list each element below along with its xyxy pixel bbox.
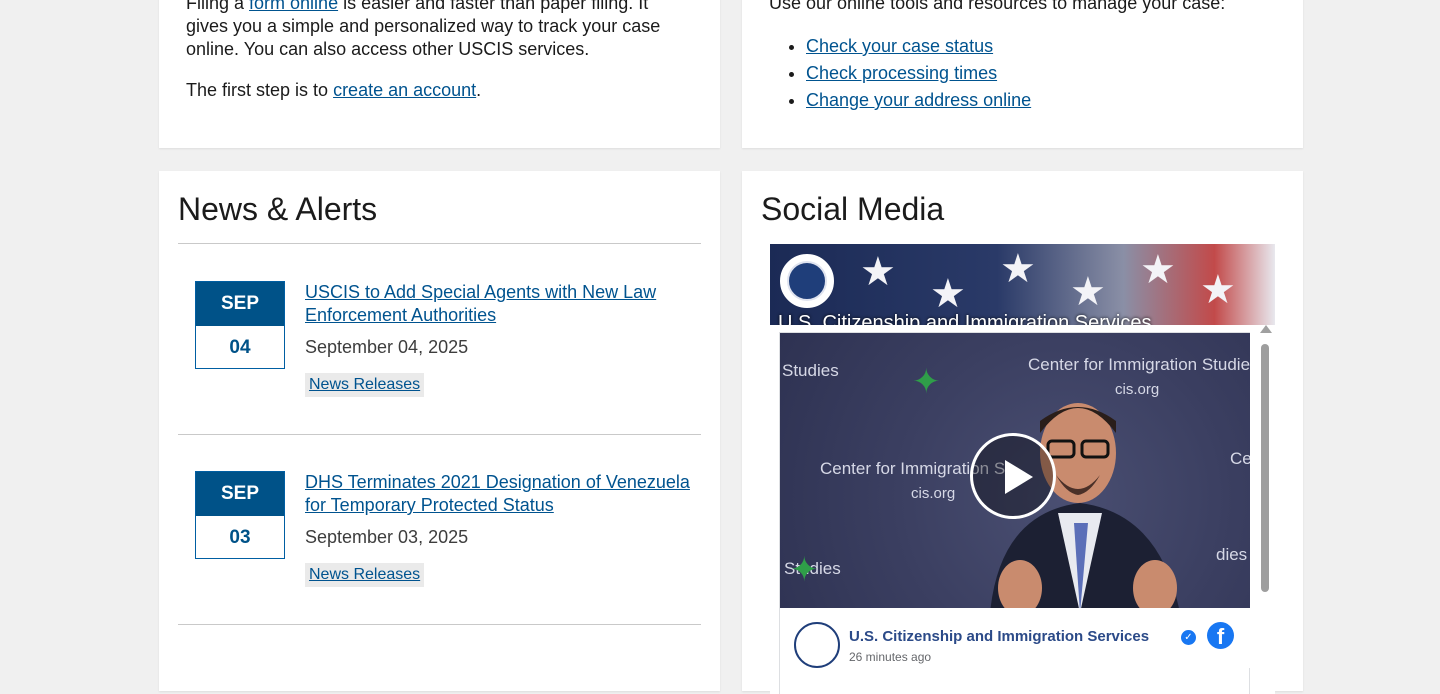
news-alerts-card: News & Alerts SEP 04 USCIS to Add Specia… xyxy=(159,171,720,691)
post-header: U.S. Citizenship and Immigration Service… xyxy=(780,608,1250,668)
facebook-post: Studies Center for Immigration Studies c… xyxy=(779,332,1250,694)
feed-scrollbar[interactable] xyxy=(1258,325,1272,694)
uscis-seal-avatar[interactable] xyxy=(780,254,834,308)
facebook-cover-photo[interactable]: ★ ★ ★ ★ ★ ★ U.S. Citizenship and Immigra… xyxy=(770,244,1275,325)
star-icon: ★ xyxy=(1140,248,1176,292)
filing-card: Filing a form online is easier and faste… xyxy=(159,0,720,148)
cis-logo-icon: ✦ xyxy=(790,551,819,589)
case-status-link[interactable]: Check your case status xyxy=(806,36,993,56)
list-item: Check your case status xyxy=(806,33,1031,60)
news-date: September 03, 2025 xyxy=(305,527,469,547)
list-item: Check processing times xyxy=(806,60,1031,87)
star-icon: ★ xyxy=(1000,247,1036,291)
uscis-seal-avatar[interactable] xyxy=(794,622,840,668)
news-tag-link[interactable]: News Releases xyxy=(305,563,425,587)
news-title-link[interactable]: DHS Terminates 2021 Designation of Venez… xyxy=(305,471,695,517)
star-icon: ★ xyxy=(1070,270,1106,314)
star-icon: ★ xyxy=(1200,268,1236,312)
divider xyxy=(178,624,701,625)
first-step-paragraph: The first step is to create an account. xyxy=(186,79,686,102)
online-tools-intro: Use our online tools and resources to ma… xyxy=(769,0,1226,13)
date-badge: SEP 04 xyxy=(195,281,285,369)
verified-badge-icon: ✓ xyxy=(1181,630,1196,645)
facebook-feed[interactable]: Studies Center for Immigration Studies c… xyxy=(770,325,1275,694)
post-page-name-link[interactable]: U.S. Citizenship and Immigration Service… xyxy=(849,628,1149,645)
play-icon[interactable] xyxy=(970,433,1056,519)
news-item: SEP 03 DHS Terminates 2021 Designation o… xyxy=(195,471,695,601)
first-step-period: . xyxy=(476,80,482,100)
social-media-heading: Social Media xyxy=(761,191,945,227)
news-alerts-heading: News & Alerts xyxy=(178,191,378,227)
date-badge: SEP 03 xyxy=(195,471,285,559)
video-text: dies xyxy=(1216,545,1248,564)
scroll-up-arrow-icon[interactable] xyxy=(1260,325,1272,333)
divider xyxy=(178,243,701,244)
news-item: SEP 04 USCIS to Add Special Agents with … xyxy=(195,281,695,411)
form-online-link[interactable]: form online xyxy=(249,0,338,13)
social-media-card: Social Media ★ ★ ★ ★ ★ ★ U.S. Citizenshi… xyxy=(742,171,1303,694)
change-address-link[interactable]: Change your address online xyxy=(806,90,1031,110)
video-text: Ce xyxy=(1230,449,1250,468)
star-icon: ★ xyxy=(860,250,896,294)
online-tools-card: Use our online tools and resources to ma… xyxy=(742,0,1303,148)
first-step-text: The first step is to xyxy=(186,80,334,100)
date-day: 03 xyxy=(229,527,251,548)
list-item: Change your address online xyxy=(806,87,1031,114)
scrollbar-thumb[interactable] xyxy=(1261,344,1269,592)
divider xyxy=(178,434,701,435)
news-tag-link[interactable]: News Releases xyxy=(305,373,425,397)
facebook-icon[interactable]: f xyxy=(1207,622,1234,649)
facebook-embed[interactable]: ★ ★ ★ ★ ★ ★ U.S. Citizenship and Immigra… xyxy=(770,244,1275,694)
date-day: 04 xyxy=(229,337,251,358)
speaker-figure xyxy=(990,403,1179,608)
online-tools-list: Check your case status Check processing … xyxy=(788,33,1031,114)
facebook-page-name[interactable]: U.S. Citizenship and Immigration Service… xyxy=(778,312,1151,325)
create-account-link[interactable]: create an account xyxy=(333,80,476,100)
post-timestamp[interactable]: 26 minutes ago xyxy=(849,650,931,664)
processing-times-link[interactable]: Check processing times xyxy=(806,63,997,83)
date-month: SEP xyxy=(196,472,284,516)
video-thumbnail[interactable]: Studies Center for Immigration Studies c… xyxy=(780,333,1250,608)
star-icon: ★ xyxy=(930,272,966,316)
filing-text-1: Filing a xyxy=(186,0,250,13)
filing-paragraph: Filing a form online is easier and faste… xyxy=(186,0,686,61)
news-title-link[interactable]: USCIS to Add Special Agents with New Law… xyxy=(305,281,695,327)
video-text: Studies xyxy=(782,361,839,380)
news-date: September 04, 2025 xyxy=(305,337,469,357)
uscis-seal-icon xyxy=(787,261,827,301)
date-month: SEP xyxy=(196,282,284,326)
